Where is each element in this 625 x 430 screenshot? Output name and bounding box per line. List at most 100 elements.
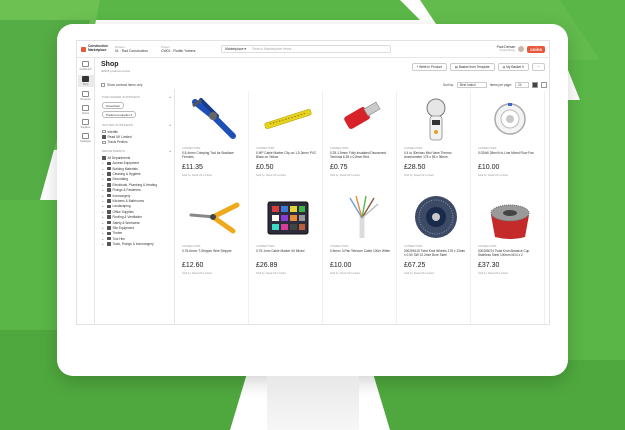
- write-in-product-button[interactable]: + Write in Product: [411, 63, 447, 71]
- rail-item-catalogue[interactable]: Catalogue: [80, 133, 91, 143]
- product-card[interactable]: CONNECTORS 000265074 Twist Knot Abrasive…: [474, 189, 545, 287]
- product-card[interactable]: CONNECTORS 0.5mm² 3-Pair Telecom Cable 1…: [326, 189, 397, 287]
- product-image[interactable]: [404, 93, 467, 145]
- filter-sidebar: PURCHASED SUPPLIERS ▴ Greenham Preferred …: [99, 89, 175, 324]
- crimping-tool-icon: [191, 98, 236, 139]
- product-image[interactable]: [182, 93, 245, 145]
- grid-view-icon[interactable]: [532, 82, 538, 88]
- project-value: CW01 · Rodtin Yorkers: [161, 49, 196, 53]
- product-card[interactable]: CONNECTORS 0.25-1.5mm² Fully Insulated D…: [326, 91, 397, 189]
- product-card[interactable]: [252, 287, 323, 324]
- product-card[interactable]: [400, 287, 471, 325]
- product-card[interactable]: CONNECTORS 0.75-6mm² T-Stripper Wire Str…: [178, 189, 249, 287]
- product-card[interactable]: CONNECTORS 0.75-1mm Cable Marker Kit Mix…: [252, 189, 323, 287]
- supplier-tag[interactable]: Preferred supplier 2: [102, 111, 137, 118]
- rail-item-requests[interactable]: Requests: [80, 91, 91, 101]
- monitor-stand: [267, 376, 359, 430]
- product-seller: Sold by: Read UK Limited: [404, 174, 434, 177]
- chevron-up-icon[interactable]: ▴: [169, 95, 171, 99]
- product-name[interactable]: 0.4 to 30m/sec Mini Vane Thermo Anemomet…: [404, 151, 466, 163]
- chevron-down-icon: ▾: [243, 47, 247, 51]
- project-selector[interactable]: Project CW01 · Rodtin Yorkers: [161, 45, 207, 53]
- product-image[interactable]: [256, 289, 319, 324]
- product-image[interactable]: [330, 93, 393, 145]
- supplier-tag[interactable]: Greenham: [102, 102, 125, 109]
- product-image[interactable]: [330, 191, 393, 243]
- top-bar: Construction Marketplace Division 01 · R…: [77, 41, 549, 58]
- product-card[interactable]: CONNECTORS 0 MP Cable Marker Clip-on 1.5…: [252, 91, 323, 189]
- product-card[interactable]: CONNECTORS 000265115 Twist Knot Wheels 1…: [400, 189, 471, 287]
- product-seller: Sold by: Read UK Limited: [182, 272, 212, 275]
- product-name[interactable]: 0.5mm² 3-Pair Telecom Cable 100m White: [330, 249, 392, 261]
- product-grid: CONNECTORS 0.5-4mm² Crimping Tool for Bo…: [178, 91, 549, 325]
- product-name[interactable]: 0.5-4mm² Crimping Tool for Bootlace Ferr…: [182, 151, 244, 163]
- product-image[interactable]: [256, 191, 319, 243]
- product-code: CONNECTORS: [478, 245, 497, 248]
- shop-icon: [82, 76, 89, 82]
- search-input[interactable]: Search Marketplace items...: [252, 47, 294, 51]
- product-image[interactable]: [182, 191, 245, 243]
- product-card[interactable]: CONNECTORS 0.02kW 28m³/h In-Line Mixed F…: [474, 91, 545, 189]
- rail-item-shop[interactable]: Shop: [77, 75, 94, 87]
- product-image[interactable]: [404, 191, 467, 243]
- division-selector[interactable]: Division 01 · Rad Construction: [115, 45, 161, 53]
- product-image[interactable]: [478, 191, 541, 243]
- product-price: £0.50: [256, 164, 274, 171]
- chevron-up-icon[interactable]: ▴: [169, 123, 171, 127]
- product-card[interactable]: [474, 287, 545, 324]
- product-card[interactable]: CONNECTORS 0.4 to 30m/sec Mini Vane Ther…: [400, 91, 471, 189]
- more-button[interactable]: ···: [531, 63, 545, 71]
- product-price: £28.50: [404, 164, 426, 171]
- brand-logo[interactable]: Construction Marketplace: [77, 45, 115, 52]
- product-name[interactable]: 000265115 Twist Knot Wheels 178 x 13mm x…: [404, 249, 466, 261]
- catalogue-icon: [82, 133, 89, 139]
- fan-icon: [493, 103, 526, 135]
- avatar[interactable]: [518, 46, 525, 52]
- bin-icon: [421, 321, 451, 325]
- product-card[interactable]: [178, 287, 249, 324]
- marketplace-dropdown[interactable]: Marketplace: [225, 47, 243, 51]
- product-name[interactable]: 0 MP Cable Marker Clip-on 1.5-3mm² PVC B…: [256, 151, 318, 163]
- per-page-label: Items per page:: [489, 83, 512, 87]
- product-card[interactable]: CONNECTORS 0.5-4mm² Crimping Tool for Bo…: [178, 91, 249, 189]
- chevron-up-icon[interactable]: ▴: [169, 149, 171, 153]
- toolbar: Show contract items only Sort by: Best m…: [101, 81, 547, 89]
- product-seller: Sold by: Read UK Limited: [256, 272, 286, 275]
- marketplace-search[interactable]: Marketplace ▾ Search Marketplace items..…: [221, 45, 391, 53]
- user-role: Project Buyer: [499, 49, 516, 52]
- basket-template-button[interactable]: ▤ Basket from Template: [449, 63, 495, 71]
- product-name[interactable]: 0.75-6mm² T-Stripper Wire Stripper: [182, 249, 244, 261]
- suppliers-icon: [82, 119, 89, 125]
- rail-item-dashboard[interactable]: Dashboard: [80, 61, 91, 71]
- product-image[interactable]: [478, 289, 541, 324]
- sort-select[interactable]: Best match: [456, 82, 487, 88]
- product-image[interactable]: [404, 289, 467, 325]
- rail-item-suppliers[interactable]: Suppliers: [81, 119, 90, 129]
- product-name[interactable]: 0.02kW 28m³/h In-Line Mixed Flow Fan: [478, 151, 540, 163]
- list-view-icon[interactable]: [541, 82, 547, 88]
- contract-only-checkbox[interactable]: [101, 83, 105, 87]
- rail-item-orders[interactable]: Orders: [82, 105, 89, 115]
- nav-rail: Dashboard Shop Requests Orders Suppliers…: [77, 58, 95, 324]
- product-price: £10.00: [478, 164, 500, 171]
- division-value: 01 · Rad Construction: [115, 49, 148, 53]
- product-seller: Sold by: Read UK Limited: [478, 174, 508, 177]
- department-option[interactable]: + Tools, Fixings & Ironmongery: [102, 241, 171, 246]
- filter-option[interactable]: Travis Perkins: [102, 140, 171, 145]
- product-price: £10.00: [330, 262, 352, 269]
- product-image[interactable]: [182, 289, 245, 324]
- product-card[interactable]: [326, 287, 397, 324]
- product-name[interactable]: 000265074 Twist Knot Abrasive Cup Stainl…: [478, 249, 540, 261]
- product-price: £0.75: [330, 164, 348, 171]
- product-seller: Sold by: Read UK Limited: [182, 174, 212, 177]
- user-menu[interactable]: Paul Deman Project Buyer coins: [497, 45, 549, 53]
- product-name[interactable]: 0.25-1.5mm² Fully Insulated Disconnect T…: [330, 151, 392, 163]
- product-name[interactable]: 0.75-1mm Cable Marker Kit Mixed: [256, 249, 318, 261]
- product-image[interactable]: [478, 93, 541, 145]
- product-image[interactable]: [256, 93, 319, 145]
- per-page-select[interactable]: 24: [515, 82, 529, 88]
- my-basket-button[interactable]: ◍ My Basket 0: [497, 63, 529, 71]
- product-image[interactable]: [330, 289, 393, 324]
- product-code: CONNECTORS: [256, 147, 275, 150]
- product-price: £37.30: [478, 262, 500, 269]
